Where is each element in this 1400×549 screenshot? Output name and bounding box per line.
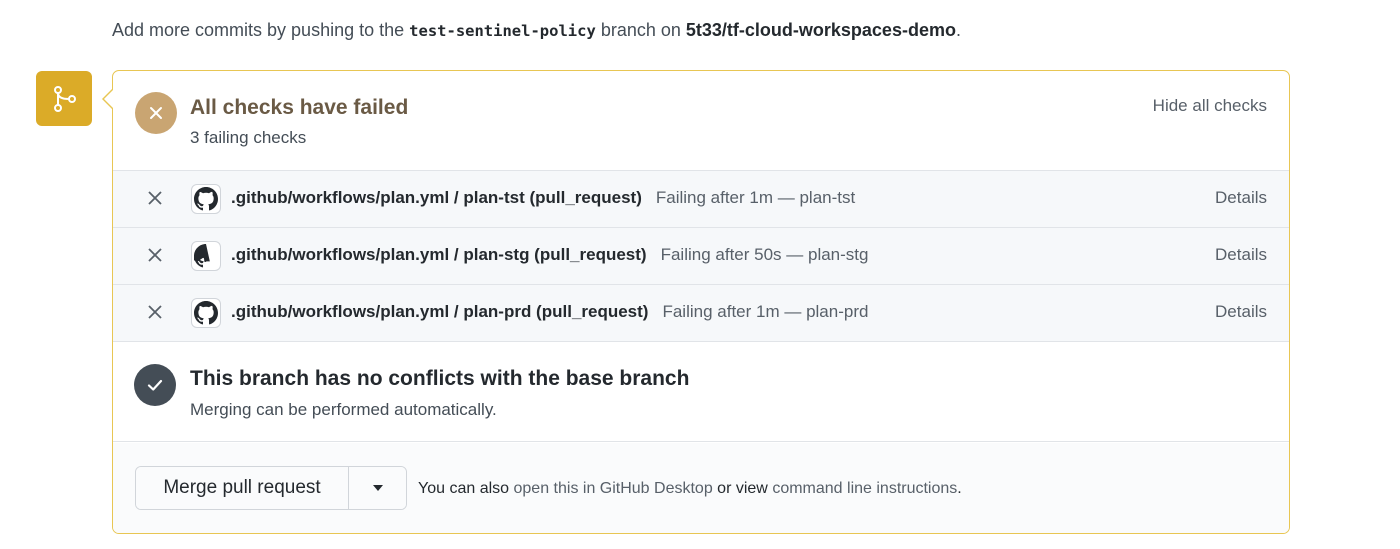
check-detail: Failing after 1m — plan-tst [655, 188, 856, 207]
command-line-instructions-link[interactable]: command line instructions [772, 480, 957, 497]
checks-subtitle: 3 failing checks [190, 128, 307, 147]
details-link[interactable]: Details [1215, 302, 1267, 322]
failed-status-icon [135, 92, 177, 134]
check-name-text: .github/workflows/plan.yml / plan-prd (p… [231, 302, 649, 321]
repo-name: 5t33/tf-cloud-workspaces-demo [685, 20, 956, 40]
check-row: .github/workflows/plan.yml / plan-stg (p… [113, 228, 1289, 285]
merge-options-dropdown[interactable] [349, 467, 406, 509]
check-row: .github/workflows/plan.yml / plan-prd (p… [113, 285, 1289, 342]
box-pointer-fill [104, 89, 114, 109]
hint-suffix: . [957, 480, 962, 497]
close-icon [148, 305, 162, 319]
branch-name: test-sentinel-policy [409, 22, 596, 40]
merge-hint: You can also open this in GitHub Desktop… [418, 480, 962, 498]
details-link[interactable]: Details [1215, 245, 1267, 265]
hint-middle: or view [717, 480, 768, 497]
merge-area: Merge pull request You can also open thi… [113, 443, 1289, 533]
check-name-text: .github/workflows/plan.yml / plan-stg (p… [231, 245, 647, 264]
hint-prefix: You can also [418, 480, 510, 497]
check-row: .github/workflows/plan.yml / plan-tst (p… [113, 171, 1289, 228]
check-name: .github/workflows/plan.yml / plan-prd (p… [231, 302, 868, 322]
intro-prefix: Add more commits by pushing to the [112, 20, 405, 40]
push-instructions: Add more commits by pushing to the test-… [112, 20, 961, 41]
close-icon [148, 248, 162, 262]
checks-summary: All checks have failed 3 failing checks … [113, 71, 1289, 171]
hide-all-checks-link[interactable]: Hide all checks [1153, 96, 1267, 116]
check-name: .github/workflows/plan.yml / plan-tst (p… [231, 188, 855, 208]
conflict-title: This branch has no conflicts with the ba… [190, 367, 690, 390]
close-icon [148, 191, 162, 205]
check-name-text: .github/workflows/plan.yml / plan-tst (p… [231, 188, 642, 207]
github-icon [191, 241, 221, 271]
check-circle-icon [134, 364, 176, 406]
conflict-subtitle: Merging can be performed automatically. [190, 400, 497, 419]
merge-status-box: All checks have failed 3 failing checks … [112, 70, 1290, 534]
intro-suffix: . [955, 20, 961, 40]
github-icon [191, 298, 221, 328]
merge-pull-request-button[interactable]: Merge pull request [136, 467, 349, 509]
check-detail: Failing after 50s — plan-stg [660, 245, 869, 264]
caret-down-icon [372, 485, 383, 491]
github-icon [191, 184, 221, 214]
git-merge-icon [36, 71, 92, 126]
intro-middle: branch on [600, 20, 681, 40]
merge-button-group: Merge pull request [135, 466, 407, 510]
conflict-status: This branch has no conflicts with the ba… [113, 342, 1289, 442]
details-link[interactable]: Details [1215, 188, 1267, 208]
checks-title: All checks have failed [190, 96, 409, 119]
open-github-desktop-link[interactable]: open this in GitHub Desktop [514, 480, 713, 497]
check-detail: Failing after 1m — plan-prd [662, 302, 869, 321]
check-name: .github/workflows/plan.yml / plan-stg (p… [231, 245, 868, 265]
